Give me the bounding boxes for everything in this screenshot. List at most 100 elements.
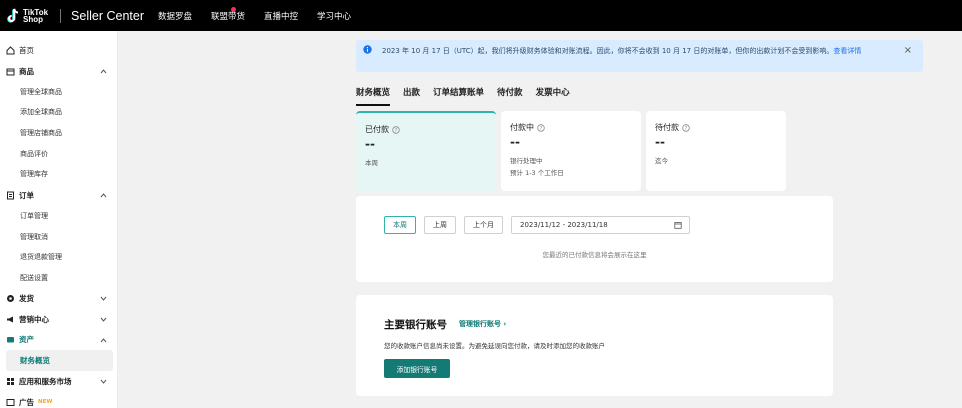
card-title-text: 付款中: [510, 123, 534, 132]
sidebar-group-assets[interactable]: 资产: [0, 330, 117, 351]
bank-section-title: 主要银行账号: [384, 319, 447, 331]
info-icon: [363, 45, 372, 54]
finance-tabs: 财务概览 出款 订单结算账单 待付款 发票中心: [356, 86, 583, 106]
notice-details-link[interactable]: 查看详情: [833, 47, 861, 55]
chevron-up-icon: [100, 193, 107, 198]
sidebar-label-apps: 应用和服务市场: [19, 376, 72, 386]
add-bank-account-button[interactable]: 添加银行账号: [384, 359, 450, 378]
tab-pending-payments[interactable]: 待付款: [497, 86, 523, 106]
notice-message: 2023 年 10 月 17 日（UTC）起，我们将升级财务体验和对账流程。因此…: [382, 47, 834, 55]
sidebar-item-home[interactable]: 首页: [0, 40, 117, 61]
bank-description: 您的收款账户信息尚未设置。为避免延误向您付款，请及时添加您的收款账户: [384, 342, 605, 350]
card-processing[interactable]: 付款中 ? -- 银行处理中 预计 1-3 个工作日: [501, 111, 641, 191]
sidebar-item-add-global-products[interactable]: 添加全球商品: [0, 102, 117, 123]
sidebar-group-apps[interactable]: 应用和服务市场: [0, 371, 117, 392]
card-pending[interactable]: 待付款 ? -- 迄今: [646, 111, 786, 191]
card-value: --: [365, 137, 375, 151]
period-filter: 本周 上周 上个月 2023/11/12 - 2023/11/18: [384, 216, 690, 234]
order-icon: [6, 191, 15, 200]
card-title: 已付款 ?: [365, 124, 400, 135]
ads-icon: [6, 398, 15, 407]
sidebar-group-products[interactable]: 商品: [0, 61, 117, 82]
notice-banner: 2023 年 10 月 17 日（UTC）起，我们将升级财务体验和对账流程。因此…: [356, 40, 923, 72]
logo-line2: Shop: [23, 14, 43, 24]
home-icon: [6, 46, 15, 55]
sidebar-group-marketing[interactable]: 营销中心: [0, 309, 117, 330]
card-value: --: [510, 135, 520, 149]
bank-account-panel: 主要银行账号 管理银行账号 › 您的收款账户信息尚未设置。为避免延误向您付款，请…: [356, 295, 833, 396]
period-last-month-button[interactable]: 上个月: [464, 216, 503, 234]
period-this-week-button[interactable]: 本周: [384, 216, 416, 234]
sidebar-item-order-management[interactable]: 订单管理: [0, 206, 117, 227]
card-subtext: 银行处理中 预计 1-3 个工作日: [510, 155, 564, 179]
card-subtext: 迄今: [655, 155, 668, 167]
topnav-learning-center[interactable]: 学习中心: [317, 10, 351, 22]
paid-history-panel: 本周 上周 上个月 2023/11/12 - 2023/11/18 您最近的已付…: [356, 196, 833, 282]
tab-invoice-center[interactable]: 发票中心: [536, 86, 570, 106]
sidebar-group-shipping[interactable]: 发货: [0, 288, 117, 309]
tiktok-note-icon: [7, 8, 20, 24]
sidebar-item-returns-refunds[interactable]: 退货退款管理: [0, 247, 117, 268]
date-range-picker[interactable]: 2023/11/12 - 2023/11/18: [511, 216, 690, 234]
card-sub-line1: 本周: [365, 159, 378, 167]
sidebar-item-product-reviews[interactable]: 商品评价: [0, 143, 117, 164]
tab-finance-overview[interactable]: 财务概览: [356, 86, 391, 106]
card-sub-line2: 预计 1-3 个工作日: [510, 169, 564, 177]
sidebar-label-products: 商品: [19, 66, 34, 76]
sidebar-label-marketing: 营销中心: [19, 314, 49, 324]
sidebar-label-home: 首页: [19, 45, 34, 55]
notice-text: 2023 年 10 月 17 日（UTC）起，我们将升级财务体验和对账流程。因此…: [382, 45, 892, 57]
calendar-icon: [674, 222, 682, 229]
top-nav: 数据罗盘 联盟带货 直播中控 学习中心: [158, 6, 370, 22]
manage-bank-link[interactable]: 管理银行账号 ›: [459, 319, 506, 329]
card-sub-line1: 银行处理中: [510, 157, 543, 165]
card-paid[interactable]: 已付款 ? -- 本周: [356, 111, 496, 191]
sidebar-label-orders: 订单: [19, 190, 34, 200]
topnav-live-control[interactable]: 直播中控: [264, 10, 298, 22]
notification-dot: [231, 6, 237, 12]
period-last-week-button[interactable]: 上周: [424, 216, 456, 234]
product-icon: [6, 67, 15, 76]
date-range-value: 2023/11/12 - 2023/11/18: [520, 221, 608, 229]
main-content: 2023 年 10 月 17 日（UTC）起，我们将升级财务体验和对账流程。因此…: [118, 31, 962, 408]
logo-wordmark: TikTok Shop: [23, 8, 48, 24]
tiktok-shop-logo[interactable]: TikTok Shop: [7, 0, 48, 31]
wallet-icon: [6, 335, 15, 344]
shipping-icon: [6, 294, 15, 303]
topnav-affiliate-label: 联盟带货: [211, 11, 246, 22]
chevron-down-icon: [100, 317, 107, 322]
sidebar-item-manage-cancellations[interactable]: 管理取消: [0, 226, 117, 247]
sidebar-item-delivery-settings[interactable]: 配送设置: [0, 268, 117, 289]
top-bar: TikTok Shop Seller Center 数据罗盘 联盟带货 直播中控…: [0, 0, 962, 31]
card-title-text: 已付款: [365, 125, 389, 134]
sidebar-item-finance-overview[interactable]: 财务概览: [6, 350, 113, 371]
logo-divider: [60, 8, 62, 23]
sidebar-item-manage-global-products[interactable]: 管理全球商品: [0, 81, 117, 102]
new-badge: NEW: [38, 399, 53, 406]
sidebar-group-ads[interactable]: 广告 NEW: [0, 392, 117, 408]
help-icon[interactable]: ?: [537, 123, 545, 132]
card-title: 待付款 ?: [655, 122, 690, 133]
help-icon[interactable]: ?: [392, 125, 400, 134]
sidebar-label-ads: 广告: [19, 397, 34, 407]
sidebar-item-manage-inventory[interactable]: 管理库存: [0, 164, 117, 185]
topnav-data-compass[interactable]: 数据罗盘: [158, 10, 192, 22]
tab-payouts[interactable]: 出款: [403, 86, 420, 106]
chevron-down-icon: [100, 379, 107, 384]
card-title-text: 待付款: [655, 123, 679, 132]
chevron-up-icon: [100, 68, 107, 74]
close-icon[interactable]: ×: [904, 45, 912, 56]
megaphone-icon: [6, 315, 15, 324]
card-title: 付款中 ?: [510, 122, 545, 133]
tab-order-statements[interactable]: 订单结算账单: [433, 86, 484, 106]
empty-state-text: 您最近的已付款信息将会展示在这里: [542, 251, 647, 259]
sidebar-item-manage-shop-products[interactable]: 管理店铺商品: [0, 123, 117, 144]
sidebar-label-shipping: 发货: [19, 294, 34, 304]
sidebar-label-assets: 资产: [19, 335, 34, 345]
sidebar-group-orders[interactable]: 订单: [0, 185, 117, 206]
card-subtext: 本周: [365, 157, 378, 169]
topnav-affiliate[interactable]: 联盟带货: [211, 6, 246, 22]
card-value: --: [655, 135, 665, 149]
help-icon[interactable]: ?: [682, 123, 690, 132]
brand-title: Seller Center: [71, 8, 144, 23]
